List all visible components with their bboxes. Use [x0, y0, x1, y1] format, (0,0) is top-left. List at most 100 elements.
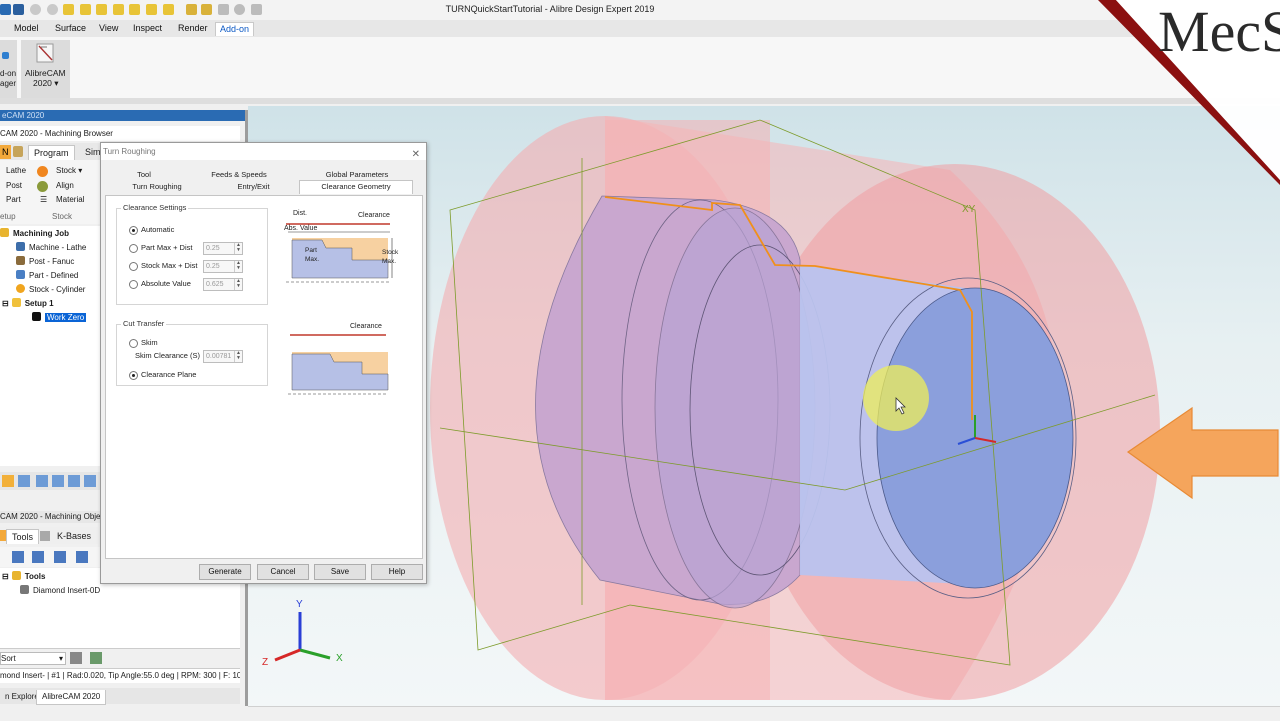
save-button[interactable]: Save	[314, 564, 366, 580]
absolute-radio[interactable]	[129, 280, 138, 289]
part-icon	[16, 270, 25, 279]
tool-icon[interactable]	[2, 475, 14, 487]
menu-inspect[interactable]: Inspect	[129, 22, 166, 35]
tree-item-part[interactable]: Part - Defined	[16, 269, 78, 282]
part-button[interactable]: Part	[6, 194, 21, 206]
clearance-plane-radio[interactable]	[129, 371, 138, 380]
stock-max-radio[interactable]	[129, 262, 138, 271]
spinner-icon[interactable]: ▲ ▼	[234, 279, 242, 290]
alibrecam-button[interactable]: AlibreCAM 2020 ▾	[21, 40, 70, 100]
tree-item-stock[interactable]: Stock - Cylinder	[16, 283, 85, 296]
diagram-clearance-label: Clearance	[358, 212, 390, 219]
tab-program[interactable]: Program	[28, 145, 75, 160]
tree-item-work-zero[interactable]: Work Zero	[32, 311, 87, 324]
menu-model[interactable]: Model	[10, 22, 43, 35]
triad-z-label: Z	[262, 657, 269, 668]
menu-view[interactable]: View	[95, 22, 122, 35]
align-button[interactable]: Align	[56, 180, 74, 192]
cut-transfer-diagram: Clearance	[286, 323, 390, 396]
stock-max-input[interactable]: 0.25 ▲ ▼	[203, 260, 243, 273]
addon-manager-label2: ager	[0, 79, 17, 88]
generate-button[interactable]: Generate	[199, 564, 251, 580]
dialog-title: Turn Roughing	[103, 147, 156, 156]
title-bar: TURNQuickStartTutorial - Alibre Design E…	[0, 0, 1280, 21]
watermark-text: MecS	[1158, 0, 1280, 64]
tool-status: mond Insert- | #1 | Rad:0.020, Tip Angle…	[0, 668, 240, 683]
skim-radio[interactable]	[129, 339, 138, 348]
addon-manager-button[interactable]: d-on ager	[0, 40, 17, 100]
plane-label: XY	[962, 204, 976, 215]
tab-alibrecam[interactable]: AlibreCAM 2020	[36, 690, 107, 705]
collapse-icon[interactable]: ⊟	[2, 299, 9, 308]
browser-header: eCAM 2020	[0, 110, 247, 121]
sort-bar: Sort ▾	[0, 648, 240, 667]
tool-icon[interactable]	[52, 475, 64, 487]
stock-button[interactable]: Stock ▾	[56, 165, 82, 177]
tree-label: Tools	[24, 572, 46, 581]
browser-toolbar: Lathe Stock ▾ Post Align Part ☰ Material…	[0, 160, 100, 224]
sort-select[interactable]: Sort ▾	[0, 652, 66, 665]
tab-kbases[interactable]: K-Bases	[52, 529, 96, 543]
ribbon-divider	[0, 98, 1280, 104]
spinner-icon[interactable]: ▲ ▼	[234, 351, 242, 362]
tool-icon[interactable]	[32, 551, 44, 563]
cancel-button[interactable]: Cancel	[257, 564, 309, 580]
browser-title: CAM 2020 - Machining Browser	[0, 126, 240, 141]
part-max-radio[interactable]	[129, 244, 138, 253]
close-icon[interactable]: ✕	[412, 146, 420, 163]
diagram-part-max-label: Max.	[305, 256, 320, 263]
tab-global-parameters[interactable]: Global Parameters	[301, 169, 413, 180]
align-icon	[37, 181, 48, 192]
lathe-button[interactable]: Lathe	[6, 165, 26, 177]
post-button[interactable]: Post	[6, 180, 22, 192]
tool-icon[interactable]	[54, 551, 66, 563]
absolute-input[interactable]: 0.625 ▲ ▼	[203, 278, 243, 291]
tool-icon[interactable]	[12, 551, 24, 563]
drill-icon[interactable]	[76, 551, 88, 563]
tree-label: Work Zero	[45, 313, 87, 322]
tool-icon[interactable]	[18, 475, 30, 487]
tree-item-machining-job[interactable]: Machining Job	[0, 227, 69, 240]
tree-item-tools[interactable]: ⊟ Tools	[2, 570, 45, 583]
tab-tools[interactable]: Tools	[6, 529, 40, 544]
tab-n[interactable]: N	[0, 145, 11, 159]
menu-surface[interactable]: Surface	[51, 22, 90, 35]
triad-x-axis	[299, 648, 331, 660]
material-button[interactable]: Material	[56, 194, 84, 206]
clearance-diagram: Dist. Clearance Abs. Value Part Max. Sto…	[282, 210, 398, 286]
stock-icon	[16, 284, 25, 293]
tab-clearance-geometry[interactable]: Clearance Geometry	[299, 180, 413, 194]
triad-z-axis	[274, 648, 301, 662]
automatic-radio[interactable]	[129, 226, 138, 235]
spinner-icon[interactable]: ▲ ▼	[234, 261, 242, 272]
sort-az-icon[interactable]	[70, 652, 82, 664]
collapse-icon[interactable]: ⊟	[2, 572, 9, 581]
tab-feeds-speeds[interactable]: Feeds & Speeds	[191, 169, 287, 180]
filter-icon[interactable]	[90, 652, 102, 664]
tree-item-machine[interactable]: Machine - Lathe	[16, 241, 86, 254]
alibrecam-icon	[36, 43, 54, 63]
tab-entry-exit[interactable]: Entry/Exit	[211, 181, 296, 192]
tree-item-setup[interactable]: ⊟ Setup 1	[2, 297, 54, 310]
tab-turn-roughing[interactable]: Turn Roughing	[111, 181, 203, 192]
menu-add-on[interactable]: Add-on	[215, 22, 255, 36]
tool-icon[interactable]	[84, 475, 96, 487]
chevron-down-icon: ▾	[58, 654, 63, 663]
tab-tool[interactable]: Tool	[111, 169, 177, 180]
skim-clearance-label: Skim Clearance (S)	[135, 351, 201, 360]
tool-icon[interactable]	[36, 475, 48, 487]
tool-icon[interactable]	[68, 475, 80, 487]
toolbox-icon[interactable]	[13, 146, 23, 157]
skim-clearance-input[interactable]: 0.00781 ▲ ▼	[203, 350, 243, 363]
tree-toolbar	[0, 472, 100, 490]
tree-item-post[interactable]: Post - Fanuc	[16, 255, 74, 268]
part-max-input[interactable]: 0.25 ▲ ▼	[203, 242, 243, 255]
help-button[interactable]: Help	[371, 564, 423, 580]
menu-render[interactable]: Render	[174, 22, 212, 35]
kbases-icon	[40, 531, 50, 541]
machine-icon	[16, 242, 25, 251]
tree-label: Machining Job	[13, 229, 69, 238]
clearance-settings-group: Clearance Settings Automatic Part Max + …	[116, 203, 268, 305]
tree-item-diamond-insert[interactable]: Diamond Insert-0D	[20, 584, 100, 597]
spinner-icon[interactable]: ▲ ▼	[234, 243, 242, 254]
